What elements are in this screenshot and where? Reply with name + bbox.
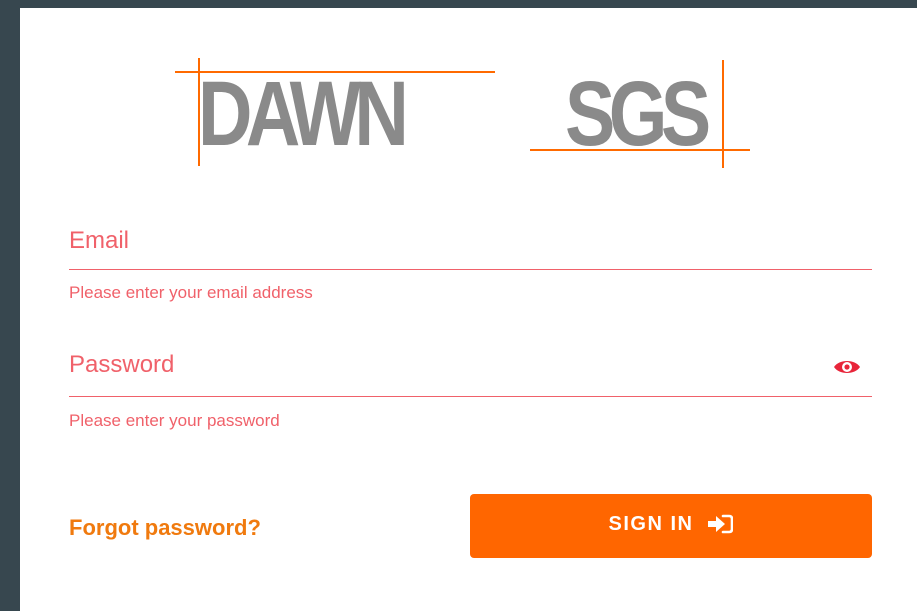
eye-icon[interactable] <box>832 357 862 377</box>
forgot-password-link[interactable]: Forgot password? <box>69 515 261 541</box>
logo-word-sgs: SGS <box>565 63 711 165</box>
crop-mark <box>198 58 200 166</box>
crop-mark <box>530 149 750 151</box>
login-card: DAWN SGS Please enter your email address… <box>20 8 917 611</box>
sign-in-label: SIGN IN <box>608 512 694 535</box>
crop-mark <box>722 60 724 168</box>
email-error-text: Please enter your email address <box>69 283 313 302</box>
logo-word-dawn: DAWN <box>198 63 409 165</box>
email-underline <box>69 269 872 270</box>
sign-in-icon <box>707 514 734 534</box>
password-input[interactable] <box>69 350 809 380</box>
crop-mark <box>175 71 495 73</box>
email-field <box>69 218 872 270</box>
password-error-text: Please enter your password <box>69 411 280 430</box>
password-field <box>69 345 872 397</box>
dawn-sgs-logo: DAWN SGS <box>20 8 917 188</box>
email-input[interactable] <box>69 226 809 256</box>
sign-in-button[interactable]: SIGN IN <box>470 494 872 558</box>
password-underline <box>69 396 872 397</box>
